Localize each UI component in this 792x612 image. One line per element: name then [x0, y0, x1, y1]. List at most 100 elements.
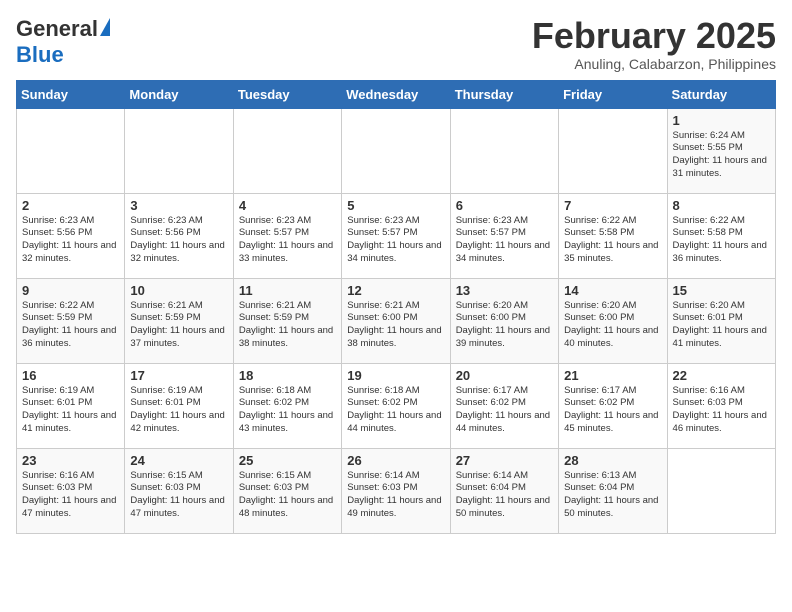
- weekday-header: Monday: [125, 80, 233, 108]
- weekday-header: Sunday: [17, 80, 125, 108]
- calendar-cell: [17, 108, 125, 193]
- day-info: Sunrise: 6:23 AM Sunset: 5:56 PM Dayligh…: [130, 215, 227, 266]
- day-info: Sunrise: 6:14 AM Sunset: 6:04 PM Dayligh…: [456, 470, 553, 521]
- day-number: 5: [347, 198, 444, 213]
- day-info: Sunrise: 6:21 AM Sunset: 6:00 PM Dayligh…: [347, 300, 444, 351]
- calendar-cell: 11 Sunrise: 6:21 AM Sunset: 5:59 PM Dayli…: [233, 278, 341, 363]
- day-info: Sunrise: 6:21 AM Sunset: 5:59 PM Dayligh…: [239, 300, 336, 351]
- day-info: Sunrise: 6:23 AM Sunset: 5:56 PM Dayligh…: [22, 215, 119, 266]
- calendar-cell: 25 Sunrise: 6:15 AM Sunset: 6:03 PM Dayli…: [233, 448, 341, 533]
- day-info: Sunrise: 6:15 AM Sunset: 6:03 PM Dayligh…: [239, 470, 336, 521]
- calendar-cell: 18 Sunrise: 6:18 AM Sunset: 6:02 PM Dayli…: [233, 363, 341, 448]
- logo-blue-text: Blue: [16, 42, 64, 68]
- calendar-cell: 5 Sunrise: 6:23 AM Sunset: 5:57 PM Daylig…: [342, 193, 450, 278]
- calendar-cell: 12 Sunrise: 6:21 AM Sunset: 6:00 PM Dayli…: [342, 278, 450, 363]
- day-number: 1: [673, 113, 770, 128]
- calendar-cell: [342, 108, 450, 193]
- calendar-week-row: 2 Sunrise: 6:23 AM Sunset: 5:56 PM Daylig…: [17, 193, 776, 278]
- calendar-cell: 26Sunrise: 6:14 AM Sunset: 6:03 PM Dayli…: [342, 448, 450, 533]
- calendar-cell: 9Sunrise: 6:22 AM Sunset: 5:59 PM Daylig…: [17, 278, 125, 363]
- day-info: Sunrise: 6:20 AM Sunset: 6:01 PM Dayligh…: [673, 300, 770, 351]
- day-number: 2: [22, 198, 119, 213]
- day-info: Sunrise: 6:19 AM Sunset: 6:01 PM Dayligh…: [130, 385, 227, 436]
- calendar-cell: [450, 108, 558, 193]
- day-number: 14: [564, 283, 661, 298]
- weekday-header: Saturday: [667, 80, 775, 108]
- day-info: Sunrise: 6:21 AM Sunset: 5:59 PM Dayligh…: [130, 300, 227, 351]
- title-section: February 2025 Anuling, Calabarzon, Phili…: [532, 16, 776, 72]
- day-number: 24: [130, 453, 227, 468]
- day-number: 10: [130, 283, 227, 298]
- calendar-cell: 8Sunrise: 6:22 AM Sunset: 5:58 PM Daylig…: [667, 193, 775, 278]
- calendar-cell: 1 Sunrise: 6:24 AM Sunset: 5:55 PM Daylig…: [667, 108, 775, 193]
- day-info: Sunrise: 6:24 AM Sunset: 5:55 PM Dayligh…: [673, 130, 770, 181]
- day-info: Sunrise: 6:22 AM Sunset: 5:58 PM Dayligh…: [564, 215, 661, 266]
- calendar-cell: [125, 108, 233, 193]
- day-number: 12: [347, 283, 444, 298]
- day-info: Sunrise: 6:14 AM Sunset: 6:03 PM Dayligh…: [347, 470, 444, 521]
- calendar-cell: [667, 448, 775, 533]
- day-number: 23: [22, 453, 119, 468]
- calendar-cell: 6Sunrise: 6:23 AM Sunset: 5:57 PM Daylig…: [450, 193, 558, 278]
- month-title: February 2025: [532, 16, 776, 56]
- day-number: 20: [456, 368, 553, 383]
- day-info: Sunrise: 6:23 AM Sunset: 5:57 PM Dayligh…: [347, 215, 444, 266]
- weekday-header: Tuesday: [233, 80, 341, 108]
- day-info: Sunrise: 6:17 AM Sunset: 6:02 PM Dayligh…: [456, 385, 553, 436]
- calendar-cell: [233, 108, 341, 193]
- logo-general-text: General: [16, 16, 98, 42]
- page-header: General Blue February 2025 Anuling, Cala…: [16, 16, 776, 72]
- day-info: Sunrise: 6:17 AM Sunset: 6:02 PM Dayligh…: [564, 385, 661, 436]
- day-number: 27: [456, 453, 553, 468]
- calendar-cell: 19Sunrise: 6:18 AM Sunset: 6:02 PM Dayli…: [342, 363, 450, 448]
- calendar-cell: 21 Sunrise: 6:17 AM Sunset: 6:02 PM Dayli…: [559, 363, 667, 448]
- day-number: 3: [130, 198, 227, 213]
- weekday-header: Thursday: [450, 80, 558, 108]
- day-number: 13: [456, 283, 553, 298]
- day-number: 19: [347, 368, 444, 383]
- day-info: Sunrise: 6:15 AM Sunset: 6:03 PM Dayligh…: [130, 470, 227, 521]
- weekday-header: Wednesday: [342, 80, 450, 108]
- calendar-cell: 13 Sunrise: 6:20 AM Sunset: 6:00 PM Dayli…: [450, 278, 558, 363]
- day-info: Sunrise: 6:22 AM Sunset: 5:58 PM Dayligh…: [673, 215, 770, 266]
- day-info: Sunrise: 6:16 AM Sunset: 6:03 PM Dayligh…: [673, 385, 770, 436]
- calendar-week-row: 23 Sunrise: 6:16 AM Sunset: 6:03 PM Dayli…: [17, 448, 776, 533]
- day-number: 21: [564, 368, 661, 383]
- calendar-cell: 14 Sunrise: 6:20 AM Sunset: 6:00 PM Dayli…: [559, 278, 667, 363]
- day-number: 7: [564, 198, 661, 213]
- day-number: 15: [673, 283, 770, 298]
- calendar-week-row: 1 Sunrise: 6:24 AM Sunset: 5:55 PM Daylig…: [17, 108, 776, 193]
- day-number: 28: [564, 453, 661, 468]
- calendar-cell: 28Sunrise: 6:13 AM Sunset: 6:04 PM Dayli…: [559, 448, 667, 533]
- calendar-cell: 10 Sunrise: 6:21 AM Sunset: 5:59 PM Dayli…: [125, 278, 233, 363]
- calendar-week-row: 9Sunrise: 6:22 AM Sunset: 5:59 PM Daylig…: [17, 278, 776, 363]
- day-number: 16: [22, 368, 119, 383]
- day-info: Sunrise: 6:18 AM Sunset: 6:02 PM Dayligh…: [239, 385, 336, 436]
- calendar-cell: 3 Sunrise: 6:23 AM Sunset: 5:56 PM Daylig…: [125, 193, 233, 278]
- day-info: Sunrise: 6:20 AM Sunset: 6:00 PM Dayligh…: [456, 300, 553, 351]
- logo-triangle-icon: [100, 18, 110, 36]
- day-number: 11: [239, 283, 336, 298]
- day-number: 17: [130, 368, 227, 383]
- calendar-cell: 27 Sunrise: 6:14 AM Sunset: 6:04 PM Dayli…: [450, 448, 558, 533]
- day-number: 25: [239, 453, 336, 468]
- calendar-cell: 4 Sunrise: 6:23 AM Sunset: 5:57 PM Daylig…: [233, 193, 341, 278]
- day-info: Sunrise: 6:23 AM Sunset: 5:57 PM Dayligh…: [239, 215, 336, 266]
- logo: General Blue: [16, 16, 110, 68]
- day-number: 18: [239, 368, 336, 383]
- calendar-table: SundayMondayTuesdayWednesdayThursdayFrid…: [16, 80, 776, 534]
- day-info: Sunrise: 6:16 AM Sunset: 6:03 PM Dayligh…: [22, 470, 119, 521]
- weekday-header-row: SundayMondayTuesdayWednesdayThursdayFrid…: [17, 80, 776, 108]
- day-info: Sunrise: 6:23 AM Sunset: 5:57 PM Dayligh…: [456, 215, 553, 266]
- day-number: 4: [239, 198, 336, 213]
- day-info: Sunrise: 6:19 AM Sunset: 6:01 PM Dayligh…: [22, 385, 119, 436]
- calendar-cell: 23 Sunrise: 6:16 AM Sunset: 6:03 PM Dayli…: [17, 448, 125, 533]
- weekday-header: Friday: [559, 80, 667, 108]
- day-info: Sunrise: 6:22 AM Sunset: 5:59 PM Dayligh…: [22, 300, 119, 351]
- calendar-cell: 2 Sunrise: 6:23 AM Sunset: 5:56 PM Daylig…: [17, 193, 125, 278]
- calendar-cell: 24 Sunrise: 6:15 AM Sunset: 6:03 PM Dayli…: [125, 448, 233, 533]
- day-info: Sunrise: 6:20 AM Sunset: 6:00 PM Dayligh…: [564, 300, 661, 351]
- calendar-week-row: 16 Sunrise: 6:19 AM Sunset: 6:01 PM Dayli…: [17, 363, 776, 448]
- calendar-cell: 15 Sunrise: 6:20 AM Sunset: 6:01 PM Dayli…: [667, 278, 775, 363]
- day-number: 22: [673, 368, 770, 383]
